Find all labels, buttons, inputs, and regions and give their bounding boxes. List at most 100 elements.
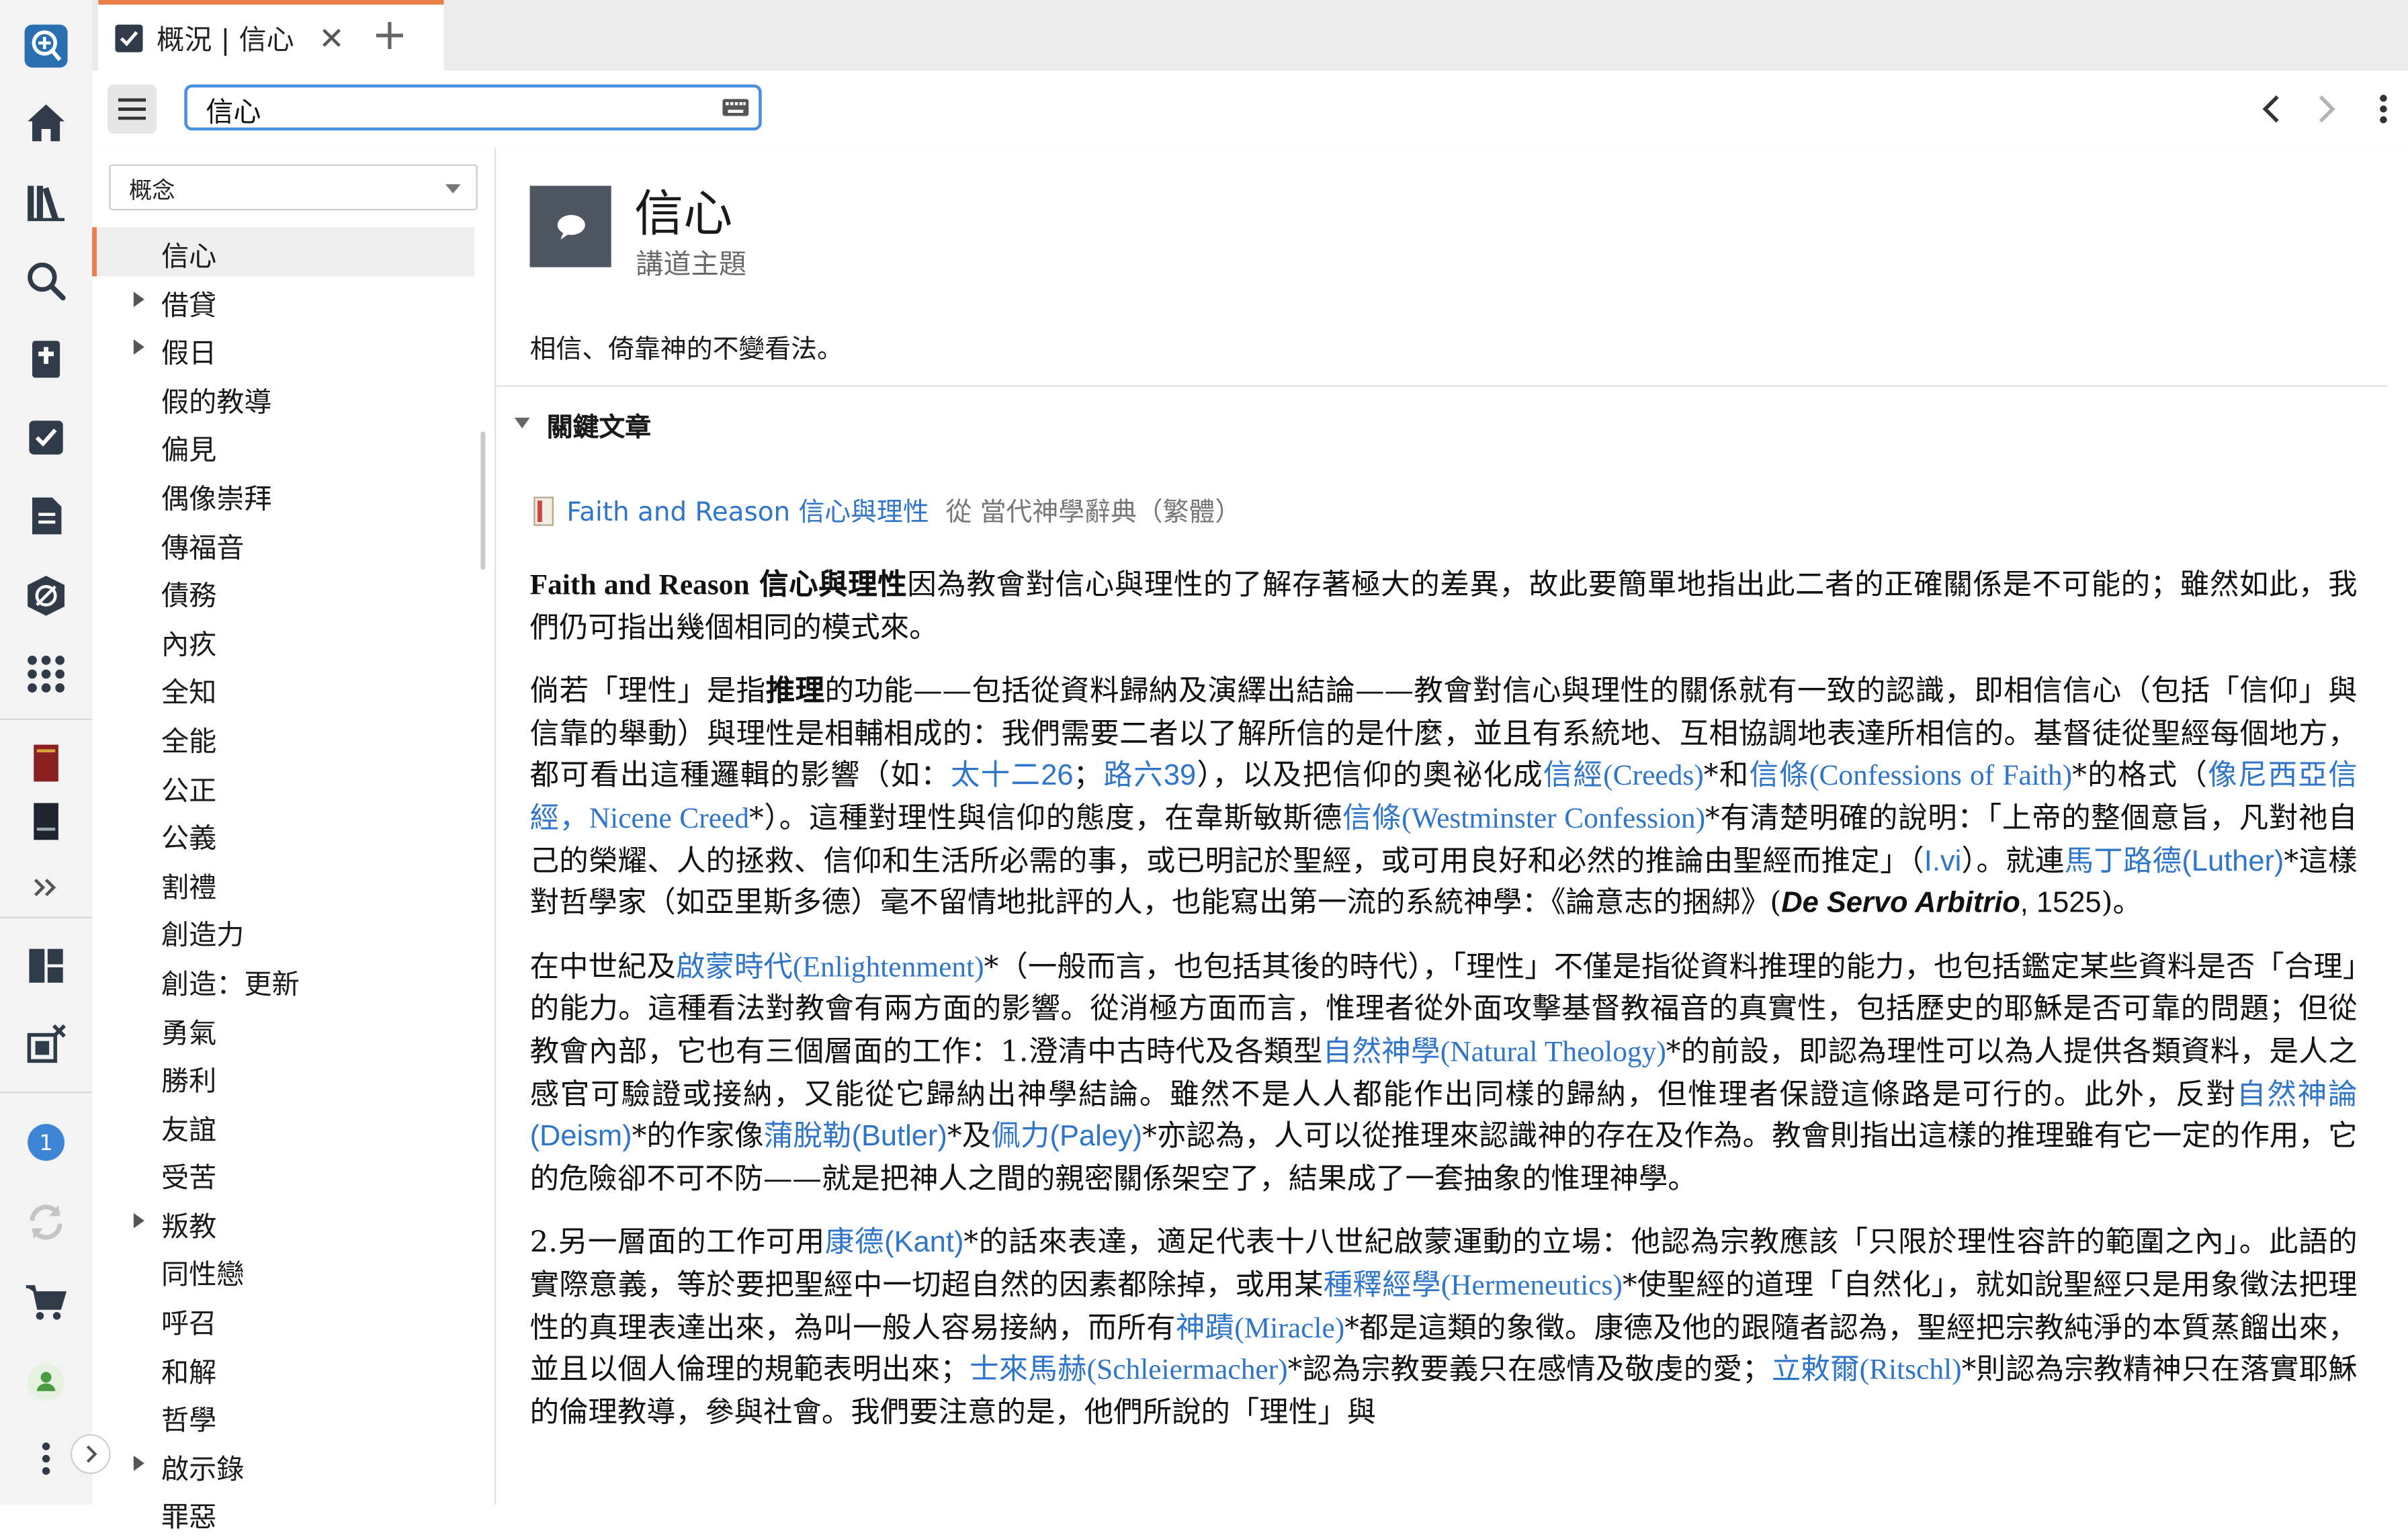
article-paragraph: 在中世紀及啟蒙時代(Enlightenment)*（一般而言，也包括其後的時代）…	[529, 950, 2358, 1196]
sidebar-item[interactable]: 友誼	[92, 1100, 494, 1149]
article-paragraph: 倘若「理性」是指推理的功能——包括從資料歸納及演繹出結論——教會對信心與理性的關…	[529, 674, 2358, 920]
user-icon[interactable]	[15, 1351, 77, 1412]
book-dark-icon[interactable]	[15, 791, 77, 852]
cart-icon[interactable]	[15, 1272, 77, 1333]
back-icon[interactable]	[2254, 91, 2291, 128]
page-subtitle: 講道主題	[636, 249, 746, 281]
expand-arrow-icon[interactable]	[133, 291, 144, 307]
sidebar-item-label: 受苦	[161, 1162, 217, 1195]
article-link[interactable]: 士來馬赫(Schleiermacher)	[970, 1354, 1288, 1387]
article-link[interactable]: 馬丁路德(Luther)	[2065, 845, 2284, 877]
expand-arrow-icon[interactable]	[133, 339, 144, 355]
sidebar-item-label: 全能	[161, 726, 217, 758]
more-icon[interactable]	[15, 857, 77, 918]
kebab-icon[interactable]	[15, 1428, 77, 1489]
search-input[interactable]	[202, 92, 701, 129]
sidebar-item[interactable]: 創造力	[92, 906, 494, 955]
reference-link[interactable]: I.vi	[1924, 845, 1961, 877]
sidebar-item[interactable]: 公義	[92, 809, 494, 858]
apps-icon[interactable]	[15, 644, 77, 705]
sidebar-item[interactable]: 債務	[92, 567, 494, 615]
layout-icon[interactable]	[15, 935, 77, 996]
sidebar-item[interactable]: 借貸	[92, 275, 494, 324]
sidebar-item-label: 傳福音	[161, 532, 245, 565]
article-link[interactable]: 啟蒙時代(Enlightenment)	[676, 952, 984, 984]
sidebar-item[interactable]: 信心	[92, 227, 475, 276]
sidebar-item-label: 哲學	[161, 1405, 217, 1438]
library-icon[interactable]	[15, 172, 77, 233]
sidebar-item-label: 公正	[161, 775, 217, 807]
sidebar-item-label: 勇氣	[161, 1017, 217, 1050]
sidebar-item[interactable]: 勝利	[92, 1052, 494, 1100]
section-collapse-icon[interactable]	[514, 417, 530, 429]
sidebar-item[interactable]: 罪惡	[92, 1489, 494, 1537]
bible-icon[interactable]	[15, 328, 77, 390]
article-link[interactable]: 神蹟(Miracle)	[1176, 1312, 1344, 1344]
sidebar-item[interactable]: 呼召	[92, 1294, 494, 1343]
sidebar-scrollbar[interactable]	[480, 431, 486, 570]
sidebar-item-label: 假的教導	[161, 386, 272, 419]
collapse-sidebar-button[interactable]	[71, 1434, 111, 1475]
article-link[interactable]: 佩力(Paley)	[991, 1121, 1142, 1153]
section-title[interactable]: 關鍵文章	[547, 405, 651, 444]
sidebar-item[interactable]: 假的教導	[92, 373, 494, 421]
sidebar-item[interactable]: 偶像崇拜	[92, 470, 494, 518]
guide-icon[interactable]	[15, 565, 77, 626]
forward-icon[interactable]	[2307, 91, 2344, 128]
search-field[interactable]	[184, 84, 762, 131]
menu-button[interactable]	[107, 84, 157, 134]
page-title: 信心	[634, 184, 733, 243]
reference-link[interactable]: 路六39	[1103, 760, 1196, 793]
category-dropdown[interactable]: 概念	[109, 164, 478, 211]
sidebar-item[interactable]: 啟示錄	[92, 1440, 494, 1489]
search-icon[interactable]	[15, 251, 77, 312]
sidebar-item[interactable]: 哲學	[92, 1391, 494, 1440]
article-link[interactable]: 自然神學(Natural Theology)	[1323, 1037, 1666, 1069]
sidebar-item[interactable]: 公正	[92, 761, 494, 809]
article-link[interactable]: 立敕爾(Ritschl)	[1771, 1354, 1961, 1387]
sidebar-item-label: 友誼	[161, 1114, 217, 1147]
reference-link[interactable]: 太十二26	[951, 760, 1074, 793]
checklist-icon[interactable]	[15, 407, 77, 468]
expand-arrow-icon[interactable]	[133, 1455, 144, 1471]
sidebar-item[interactable]: 傳福音	[92, 519, 494, 567]
more-options-icon[interactable]	[2365, 91, 2402, 128]
sidebar-item[interactable]: 受苦	[92, 1149, 494, 1197]
sidebar-item[interactable]: 叛教	[92, 1198, 494, 1246]
sidebar-item[interactable]: 割禮	[92, 858, 494, 906]
sidebar-item[interactable]: 同性戀	[92, 1246, 494, 1294]
sidebar-item-label: 內疚	[161, 629, 217, 662]
expand-arrow-icon[interactable]	[133, 1213, 144, 1229]
logos-icon[interactable]	[15, 15, 77, 77]
book-red-icon[interactable]	[15, 732, 77, 793]
article-paragraph: Faith and Reason 信心與理性因為教會對信心與理性的了解存著極大的…	[529, 568, 2358, 645]
sidebar-item[interactable]: 假日	[92, 324, 494, 373]
new-tab-button[interactable]: +	[372, 11, 408, 58]
sermon-topic-icon	[529, 185, 611, 267]
keyboard-icon[interactable]	[722, 98, 749, 116]
article-link[interactable]: 種釋經學(Hermeneutics)	[1324, 1270, 1623, 1302]
sidebar-item[interactable]: 偏見	[92, 421, 494, 470]
close-icon[interactable]: ✕	[318, 19, 344, 56]
left-rail: 1	[0, 0, 94, 1505]
sidebar-item[interactable]: 全知	[92, 664, 494, 712]
home-icon[interactable]	[15, 92, 77, 153]
sidebar-item-label: 假日	[161, 338, 217, 371]
article-link[interactable]: 康德(Kant)	[825, 1227, 964, 1260]
sidebar-item[interactable]: 勇氣	[92, 1004, 494, 1052]
sidebar-item-label: 偏見	[161, 435, 217, 468]
close-panels-icon[interactable]	[15, 1014, 77, 1075]
article-link[interactable]: 信經(Creeds)	[1543, 760, 1704, 793]
document-icon[interactable]	[15, 485, 77, 546]
main-content: 信心 講道主題 相信、倚靠神的不變看法。 關鍵文章 Faith and Reas…	[496, 147, 2408, 1505]
source-link[interactable]: Faith and Reason 信心與理性	[566, 498, 929, 529]
notification-icon[interactable]: 1	[15, 1112, 77, 1173]
sidebar-item[interactable]: 內疚	[92, 615, 494, 664]
article-link[interactable]: 信條(Confessions of Faith)	[1750, 760, 2073, 793]
article-link[interactable]: 信條(Westminster Confession)	[1342, 803, 1705, 835]
sync-icon[interactable]	[15, 1192, 77, 1253]
article-link[interactable]: 蒲脫勒(Butler)	[764, 1121, 947, 1153]
sidebar-item[interactable]: 創造：更新	[92, 955, 494, 1003]
sidebar-item[interactable]: 全能	[92, 712, 494, 760]
sidebar-item[interactable]: 和解	[92, 1343, 494, 1391]
